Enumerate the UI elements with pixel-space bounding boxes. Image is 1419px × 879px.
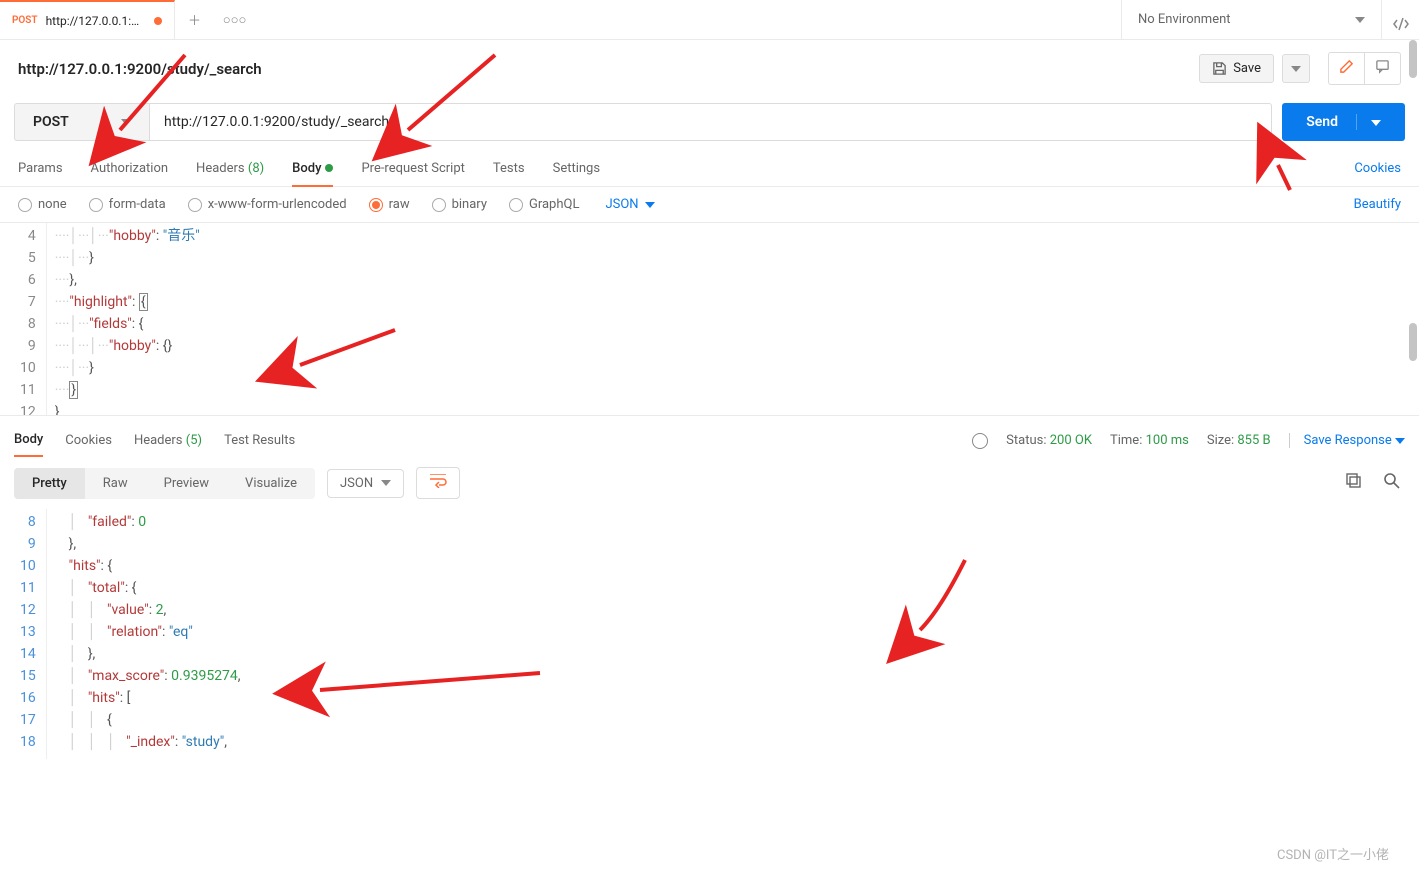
time: Time: 100 ms xyxy=(1110,433,1189,448)
view-visualize[interactable]: Visualize xyxy=(227,468,315,499)
radio-xform[interactable]: x-www-form-urlencoded xyxy=(188,197,347,212)
wrap-lines-button[interactable] xyxy=(416,467,460,499)
resp-tab-headers[interactable]: Headers (5) xyxy=(134,425,202,456)
resp-tab-testresults[interactable]: Test Results xyxy=(224,425,295,456)
save-icon xyxy=(1212,61,1227,76)
tab-params[interactable]: Params xyxy=(18,151,63,186)
save-label: Save xyxy=(1233,61,1261,76)
globe-icon xyxy=(972,433,988,449)
radio-icon xyxy=(369,198,383,212)
code-content[interactable]: │ "failed": 0 }, "hits": { │ "total": { … xyxy=(47,509,249,759)
radio-graphql[interactable]: GraphQL xyxy=(509,197,579,212)
sidebar-toggle[interactable] xyxy=(1381,0,1419,40)
environment-label: No Environment xyxy=(1138,12,1231,27)
copy-button[interactable] xyxy=(1341,468,1367,498)
tab-title: http://127.0.0.1:9... xyxy=(46,14,146,28)
send-button[interactable]: Send xyxy=(1282,103,1405,141)
request-tab-bar: Params Authorization Headers (8) Body Pr… xyxy=(0,151,1419,187)
search-icon xyxy=(1383,472,1401,490)
view-pretty[interactable]: Pretty xyxy=(14,468,85,499)
view-preview[interactable]: Preview xyxy=(146,468,227,499)
tab-authorization[interactable]: Authorization xyxy=(91,151,169,186)
body-type-row: none form-data x-www-form-urlencoded raw… xyxy=(0,187,1419,223)
tab-headers[interactable]: Headers (8) xyxy=(196,151,264,186)
comment-icon xyxy=(1375,59,1390,74)
edit-mode-button[interactable] xyxy=(1329,53,1365,84)
view-mode-group: Pretty Raw Preview Visualize xyxy=(14,468,315,499)
radio-icon xyxy=(18,198,32,212)
status: Status: 200 OK xyxy=(1006,433,1092,448)
environment-select[interactable]: No Environment xyxy=(1121,0,1381,40)
request-actions: Save xyxy=(1199,52,1401,85)
tab-tests[interactable]: Tests xyxy=(493,151,525,186)
radio-icon xyxy=(509,198,523,212)
resp-tab-body[interactable]: Body xyxy=(14,424,43,457)
save-response-button[interactable]: Save Response xyxy=(1289,433,1405,448)
radio-icon xyxy=(89,198,103,212)
tab-more-button[interactable]: ○○○ xyxy=(215,12,255,28)
cookies-link[interactable]: Cookies xyxy=(1354,161,1401,176)
radio-formdata[interactable]: form-data xyxy=(89,197,166,212)
wrap-icon xyxy=(429,474,447,488)
chevron-down-icon xyxy=(381,480,391,486)
response-body[interactable]: 89101112131415161718 │ "failed": 0 }, "h… xyxy=(0,509,1419,759)
tab-method-badge: POST xyxy=(12,15,38,26)
response-toolbar: Pretty Raw Preview Visualize JSON xyxy=(0,457,1419,509)
search-button[interactable] xyxy=(1379,468,1405,498)
scrollbar-thumb[interactable] xyxy=(1409,323,1417,361)
copy-icon xyxy=(1345,472,1363,490)
chevron-down-icon xyxy=(1355,17,1365,23)
request-tab[interactable]: POST http://127.0.0.1:9... xyxy=(0,0,175,40)
code-icon xyxy=(1393,16,1409,32)
comment-mode-button[interactable] xyxy=(1365,53,1400,84)
code-content[interactable]: ····│···│···"hobby": "音乐" ····│···} ····… xyxy=(47,223,208,415)
chevron-down-icon xyxy=(645,202,655,208)
unsaved-dot-icon xyxy=(154,17,162,25)
gutter: 89101112131415161718 xyxy=(0,509,47,759)
radio-icon xyxy=(188,198,202,212)
chevron-down-icon xyxy=(121,119,131,125)
chevron-down-icon xyxy=(1291,66,1301,72)
chevron-down-icon xyxy=(1395,438,1405,444)
tab-prerequest[interactable]: Pre-request Script xyxy=(361,151,464,186)
response-meta: Status: 200 OK Time: 100 ms Size: 855 B … xyxy=(972,433,1405,449)
request-name: http://127.0.0.1:9200/study/_search xyxy=(18,60,262,78)
raw-format-select[interactable]: JSON xyxy=(605,197,654,212)
radio-icon xyxy=(432,198,446,212)
save-options-button[interactable] xyxy=(1282,54,1310,83)
view-raw[interactable]: Raw xyxy=(85,468,146,499)
tab-settings[interactable]: Settings xyxy=(553,151,600,186)
url-bar: POST Send xyxy=(0,97,1419,151)
view-mode-group xyxy=(1328,52,1401,85)
chevron-down-icon xyxy=(1371,120,1381,126)
resp-tab-cookies[interactable]: Cookies xyxy=(65,425,112,456)
watermark: CSDN @IT之一小佬 xyxy=(1277,844,1389,863)
radio-binary[interactable]: binary xyxy=(432,197,487,212)
send-label: Send xyxy=(1306,114,1338,130)
size: Size: 855 B xyxy=(1207,433,1271,448)
request-body-editor[interactable]: 456789101112 ····│···│···"hobby": "音乐" ·… xyxy=(0,223,1419,415)
new-tab-button[interactable]: ＋ xyxy=(175,10,215,29)
radio-none[interactable]: none xyxy=(18,197,67,212)
radio-raw[interactable]: raw xyxy=(369,197,410,212)
method-label: POST xyxy=(33,114,69,130)
save-button[interactable]: Save xyxy=(1199,54,1274,83)
gutter: 456789101112 xyxy=(0,223,47,415)
beautify-link[interactable]: Beautify xyxy=(1354,197,1401,212)
tab-body[interactable]: Body xyxy=(292,151,333,186)
pencil-icon xyxy=(1339,59,1354,74)
tabs-bar: POST http://127.0.0.1:9... ＋ ○○○ No Envi… xyxy=(0,0,1419,40)
response-tab-bar: Body Cookies Headers (5) Test Results St… xyxy=(0,415,1419,457)
url-input[interactable] xyxy=(149,103,1272,141)
response-format-select[interactable]: JSON xyxy=(327,469,404,498)
request-header: http://127.0.0.1:9200/study/_search Save xyxy=(0,40,1419,97)
send-options[interactable] xyxy=(1356,114,1381,130)
method-select[interactable]: POST xyxy=(14,103,149,141)
green-dot-icon xyxy=(325,164,333,172)
